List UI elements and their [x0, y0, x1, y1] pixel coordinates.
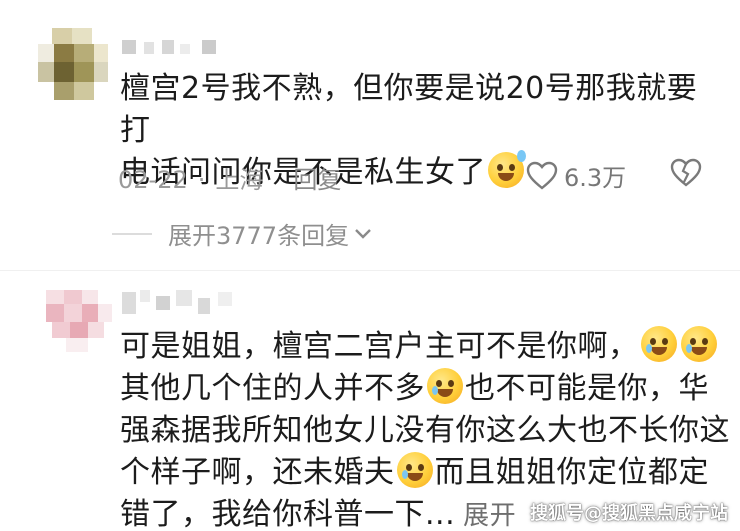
- username[interactable]: [122, 40, 222, 56]
- crying-emoji-icon: [427, 368, 463, 404]
- meta-separator: ·: [197, 166, 206, 194]
- comment-line: 个样子啊，还未婚夫: [120, 455, 395, 490]
- expand-divider-line: [112, 232, 152, 235]
- comment-date: 02-22: [118, 166, 188, 194]
- comment-line: 而且姐姐你定位都定: [434, 455, 709, 490]
- watermark: 搜狐号@搜狐黑点咸宁站: [530, 503, 728, 524]
- expand-replies-label: 展开3777条回复: [168, 222, 350, 250]
- comment-location: 上海: [215, 166, 264, 194]
- comment-line: 檀宫2号我不熟，但你要是说20号那我就要打: [120, 71, 698, 148]
- username[interactable]: [122, 290, 242, 320]
- heart-icon: [526, 161, 558, 190]
- comment-divider: [0, 270, 740, 271]
- avatar[interactable]: [38, 28, 108, 100]
- comment-line-wrap: 个样子啊，还未婚夫 而且姐姐你定位都定: [120, 452, 730, 494]
- avatar[interactable]: [46, 290, 112, 352]
- comment-line-wrap: 可是姐姐，檀宫二宫户主可不是你啊，: [120, 326, 730, 368]
- expand-text-button[interactable]: 展开: [463, 501, 516, 531]
- crying-emoji-icon: [680, 326, 717, 362]
- like-button[interactable]: 6.3万: [526, 158, 626, 193]
- expand-replies-button[interactable]: 展开3777条回复: [112, 216, 373, 251]
- comment-line: 也不可能是你，华: [465, 371, 709, 406]
- comment-line: 强森据我所知他女儿没有你这么大也不长你这: [120, 413, 730, 448]
- reply-button[interactable]: 回复: [293, 160, 341, 195]
- comment-line: 其他几个住的人并不多: [120, 371, 425, 406]
- like-count: 6.3万: [564, 164, 627, 192]
- crying-emoji-icon: [396, 452, 433, 488]
- comment-meta: 02-22 · 上海 回复: [118, 160, 341, 195]
- crying-emoji-icon: [640, 326, 677, 362]
- comment-line: 错了，我给你科普一下...: [120, 497, 456, 531]
- broken-heart-icon: [670, 158, 702, 187]
- comment-line: 可是姐姐，檀宫二宫户主可不是你啊，: [120, 329, 639, 364]
- comment-line-wrap: 其他几个住的人并不多 也不可能是你，华: [120, 368, 730, 410]
- dislike-button[interactable]: [670, 158, 702, 192]
- grinning-sweat-emoji-icon: [488, 150, 526, 188]
- chevron-down-icon: [355, 228, 371, 239]
